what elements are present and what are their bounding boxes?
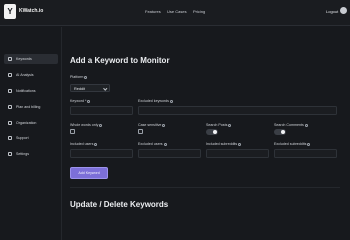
excluded-users-input[interactable] <box>138 149 201 158</box>
included-subreddits-label: Included subreddits <box>206 142 242 146</box>
included-subreddits-input[interactable] <box>206 149 269 158</box>
sidebar-item-notifications[interactable]: Notifications <box>4 86 58 96</box>
included-users-input[interactable] <box>70 149 133 158</box>
excluded-users-label: Excluded users <box>138 142 167 146</box>
help-icon <box>163 142 167 146</box>
add-keyword-button[interactable]: Add Keyword <box>70 167 108 179</box>
org-icon <box>8 121 12 125</box>
sidebar-item-ai-analysis[interactable]: AI Analysis <box>4 70 58 80</box>
brand-name[interactable]: KWatch.io <box>19 8 43 14</box>
help-icon <box>87 99 91 103</box>
toggle-knob <box>212 129 218 135</box>
gear-icon <box>8 152 12 156</box>
help-icon <box>238 142 242 146</box>
top-bar: Y KWatch.io Features Use Cases Pricing L… <box>0 0 350 26</box>
sidebar: Keywords AI Analysis Notifications Plan … <box>0 27 62 240</box>
search-posts-label: Search Posts <box>206 123 232 127</box>
platform-value: Reddit <box>74 86 85 91</box>
sidebar-item-support[interactable]: Support <box>4 133 58 143</box>
help-icon <box>228 123 232 127</box>
search-comments-toggle[interactable] <box>274 129 286 135</box>
logo-letter: Y <box>7 7 13 16</box>
platform-label: Platform <box>70 75 88 79</box>
section-title-update-delete: Update / Delete Keywords <box>70 200 169 209</box>
chevron-down-icon <box>102 86 107 91</box>
bell-icon <box>8 89 12 93</box>
sidebar-item-keywords[interactable]: Keywords <box>4 54 58 64</box>
keyword-label: Keyword * <box>70 99 91 103</box>
help-icon <box>99 123 103 127</box>
help-icon <box>304 123 308 127</box>
toggle-knob <box>280 129 286 135</box>
excluded-subreddits-input[interactable] <box>274 149 337 158</box>
avatar[interactable] <box>340 7 347 14</box>
logo[interactable]: Y <box>4 4 16 19</box>
whole-words-label: Whole words only <box>70 123 103 127</box>
section-divider <box>70 187 340 188</box>
sidebar-item-plan-billing[interactable]: Plan and billing <box>4 102 58 112</box>
logout-link[interactable]: Logout <box>326 9 338 14</box>
case-sensitive-checkbox[interactable] <box>138 129 143 134</box>
platform-select[interactable]: Reddit <box>70 84 110 92</box>
sidebar-item-label: AI Analysis <box>16 73 34 77</box>
help-icon <box>94 142 98 146</box>
help-icon <box>307 142 311 146</box>
nav-use-cases[interactable]: Use Cases <box>167 9 187 14</box>
sidebar-item-label: Support <box>16 136 29 140</box>
sidebar-item-label: Notifications <box>16 89 36 93</box>
help-icon <box>169 99 173 103</box>
search-posts-toggle[interactable] <box>206 129 218 135</box>
whole-words-checkbox[interactable] <box>70 129 75 134</box>
nav-features[interactable]: Features <box>145 9 161 14</box>
sidebar-item-settings[interactable]: Settings <box>4 149 58 159</box>
page-title: Add a Keyword to Monitor <box>70 56 170 65</box>
sparkle-icon <box>8 73 12 77</box>
support-icon <box>8 136 12 140</box>
excluded-keywords-label: Excluded keywords <box>138 99 173 103</box>
help-icon <box>162 123 166 127</box>
nav-pricing[interactable]: Pricing <box>193 9 205 14</box>
add-keyword-label: Add Keyword <box>78 171 100 175</box>
sidebar-item-label: Settings <box>16 152 29 156</box>
search-comments-label: Search Comments <box>274 123 308 127</box>
sidebar-item-organization[interactable]: Organization <box>4 118 58 128</box>
sidebar-item-label: Plan and billing <box>16 105 41 109</box>
sidebar-item-label: Organization <box>16 121 37 125</box>
case-sensitive-label: Case sensitive <box>138 123 166 127</box>
excluded-subreddits-label: Excluded subreddits <box>274 142 311 146</box>
included-users-label: Included users <box>70 142 98 146</box>
keyword-input[interactable] <box>70 106 133 115</box>
list-icon <box>8 57 12 61</box>
excluded-keywords-input[interactable] <box>138 106 337 115</box>
sidebar-item-label: Keywords <box>16 57 32 61</box>
card-icon <box>8 105 12 109</box>
help-icon <box>84 75 88 79</box>
